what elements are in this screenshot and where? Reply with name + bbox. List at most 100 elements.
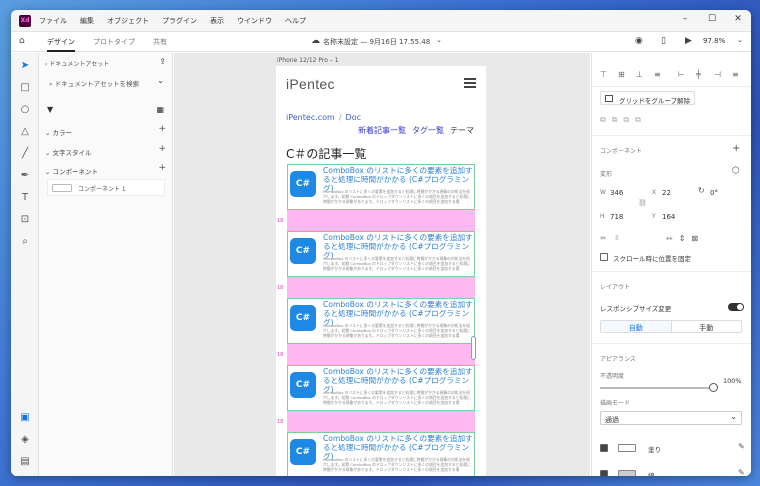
assets-search-input[interactable]: ⌕ ドキュメントアセットを検索 [45, 75, 167, 89]
grid-gap[interactable] [287, 411, 475, 432]
stroke-checkbox[interactable] [600, 470, 608, 476]
menu-help[interactable]: ヘルプ [285, 16, 306, 26]
site-brand[interactable]: iPentec [286, 76, 335, 92]
minimize-icon[interactable]: – [678, 14, 692, 24]
zoom-level[interactable]: 97.8% [703, 37, 725, 45]
page-heading[interactable]: C＃の記事一覧 [286, 145, 366, 162]
close-icon[interactable]: ✕ [731, 14, 745, 24]
breadcrumb-home[interactable]: iPentec.com [286, 113, 335, 122]
tab-share[interactable]: 共有 [153, 32, 167, 52]
width-field[interactable]: 346 [610, 189, 623, 197]
menu-edit[interactable]: 編集 [80, 16, 94, 26]
manual-button[interactable]: 手動 [672, 321, 742, 332]
height-field[interactable]: 718 [610, 213, 623, 221]
boolean-ops-icon[interactable]: ⧉⧉⧉⧉ [600, 115, 647, 125]
artboard-tool-icon[interactable]: ⊡ [18, 213, 32, 227]
component-item[interactable]: コンポーネント 1 [47, 179, 165, 196]
menu-file[interactable]: ファイル [39, 16, 67, 26]
add-color-button[interactable]: + [158, 124, 166, 134]
align-middle-icon[interactable]: ⊞ [618, 70, 625, 79]
opacity-slider-knob[interactable] [709, 383, 718, 392]
pen-tool-icon[interactable]: ✒ [18, 169, 32, 183]
stroke-eyedropper-icon[interactable]: ✎ [738, 468, 745, 476]
eyedropper-icon[interactable]: ✎ [738, 442, 745, 451]
grid-gap[interactable] [287, 277, 475, 298]
flip-icons[interactable]: ⇹⇳ [600, 234, 628, 242]
grid-gap[interactable] [287, 344, 475, 365]
section-colors[interactable]: ⌄ カラー [45, 127, 72, 137]
align-left-icon[interactable]: ⊢ [678, 70, 685, 79]
play-icon[interactable]: ▶ [685, 36, 692, 46]
zoom-chevron-icon[interactable]: ⌄ [737, 36, 743, 44]
menu-window[interactable]: ウインドウ [237, 16, 272, 26]
3d-transform-icon[interactable]: ⬡ [732, 166, 740, 176]
section-text-styles[interactable]: ⌄ 文字スタイル [45, 147, 92, 157]
select-tool-icon[interactable]: ➤ [18, 59, 32, 73]
chevron-down-icon[interactable]: ⌄ [436, 36, 442, 44]
line-tool-icon[interactable]: ╱ [18, 147, 32, 161]
article-card[interactable]: C# ComboBox のリストに多くの要素を追加すると処理に時間がかかる (C#… [287, 231, 475, 277]
distribute-vertical-icon[interactable]: ≡ [654, 70, 661, 79]
add-text-style-button[interactable]: + [158, 144, 166, 154]
menu-object[interactable]: オブジェクト [107, 16, 149, 26]
article-card[interactable]: C# ComboBox のリストに多くの要素を追加すると処理に時間がかかる (C#… [287, 298, 475, 344]
blend-mode-select[interactable]: 通過 [600, 411, 742, 425]
tab-prototype[interactable]: プロトタイプ [93, 32, 135, 52]
add-component-plus-icon[interactable]: + [732, 143, 740, 154]
resize-icons[interactable]: ⇿⇕⊠ [666, 234, 704, 243]
ellipse-tool-icon[interactable]: ○ [18, 103, 32, 117]
tab-design[interactable]: デザイン [47, 32, 75, 52]
breadcrumb-doc[interactable]: Doc [346, 113, 361, 122]
hamburger-menu-icon[interactable] [464, 78, 476, 88]
zoom-tool-icon[interactable]: ⌕ [18, 235, 32, 249]
add-component-button[interactable]: + [158, 163, 166, 173]
grid-view-icon[interactable]: ▦ [156, 105, 164, 114]
layers-panel-icon[interactable]: ◈ [18, 433, 32, 447]
polygon-tool-icon[interactable]: △ [18, 125, 32, 139]
rotation-field[interactable]: 0° [710, 189, 718, 197]
section-components[interactable]: ⌄ コンポーネント [45, 166, 98, 176]
artboard-label[interactable]: iPhone 12/12 Pro – 1 [277, 57, 339, 64]
fix-scroll-checkbox[interactable] [600, 253, 608, 261]
stroke-swatch[interactable] [618, 470, 636, 476]
repeat-grid-handle[interactable] [471, 336, 476, 360]
opacity-value[interactable]: 100% [723, 377, 742, 385]
grid-gap[interactable] [287, 210, 475, 231]
home-icon[interactable]: ⌂ [19, 36, 25, 46]
export-icon[interactable]: ⇪ [159, 57, 166, 66]
align-top-icon[interactable]: ⊤ [600, 70, 607, 79]
rectangle-tool-icon[interactable]: □ [18, 81, 32, 95]
ungroup-grid-button[interactable]: グリッドをグループ解除 [600, 91, 696, 105]
align-bottom-icon[interactable]: ⊥ [636, 70, 643, 79]
y-field[interactable]: 164 [662, 213, 675, 221]
fill-checkbox[interactable] [600, 444, 608, 452]
align-right-icon[interactable]: ⊣ [714, 70, 721, 79]
article-card[interactable]: C# ComboBox のリストに多くの要素を追加すると処理に時間がかかる (C#… [287, 164, 475, 210]
distribute-horizontal-icon[interactable]: ≡ [732, 70, 739, 79]
user-icon[interactable]: ◉ [635, 36, 643, 46]
article-card[interactable]: C# ComboBox のリストに多くの要素を追加すると処理に時間がかかる (C#… [287, 365, 475, 411]
lock-aspect-icon[interactable]: ⛓ [638, 199, 647, 207]
artboard[interactable]: iPentec iPentec.com / Doc 新着記事一覧 タグ一覧 テーマ C＃… [276, 66, 486, 476]
auto-button[interactable]: 自動 [601, 321, 672, 332]
plugins-panel-icon[interactable]: ▤ [18, 455, 32, 469]
document-title[interactable]: 名称未設定 — 9月16日 17.55.48 [323, 37, 430, 47]
nav-new-articles[interactable]: 新着記事一覧 [358, 126, 406, 135]
menu-view[interactable]: 表示 [210, 16, 224, 26]
responsive-toggle[interactable] [728, 303, 744, 311]
menu-plugins[interactable]: プラグイン [162, 16, 197, 26]
article-card[interactable]: C# ComboBox のリストに多くの要素を追加すると処理に時間がかかる (C#… [287, 432, 475, 476]
text-tool-icon[interactable]: T [18, 191, 32, 205]
nav-tags[interactable]: タグ一覧 [412, 126, 444, 135]
device-preview-icon[interactable]: ▯ [661, 36, 666, 46]
opacity-slider[interactable] [600, 387, 710, 389]
x-field[interactable]: 22 [662, 189, 671, 197]
canvas[interactable]: iPhone 12/12 Pro – 1 iPentec iPentec.com… [174, 53, 590, 476]
maximize-icon[interactable]: ☐ [705, 14, 719, 24]
fill-swatch[interactable] [618, 444, 636, 452]
assets-panel-icon[interactable]: ▣ [18, 411, 32, 425]
align-center-icon[interactable]: ╪ [696, 70, 701, 79]
nav-theme[interactable]: テーマ [450, 126, 474, 135]
assets-header[interactable]: ‹ ドキュメントアセット [45, 59, 109, 68]
search-chevron-icon[interactable]: ⌄ [157, 76, 164, 85]
